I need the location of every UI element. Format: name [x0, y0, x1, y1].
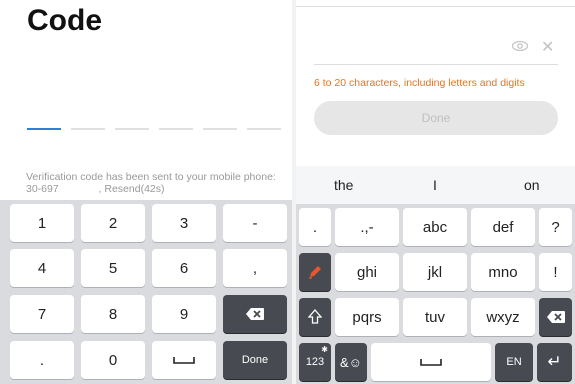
key-9[interactable]: 9 [152, 295, 216, 333]
language-key[interactable]: EN [495, 343, 533, 381]
key-3[interactable]: 3 [152, 204, 216, 242]
key-ghi[interactable]: ghi [335, 253, 399, 291]
password-underline [314, 64, 558, 65]
key-exclamation[interactable]: ! [539, 253, 572, 291]
code-digit-slot[interactable] [159, 128, 193, 130]
verification-text: Verification code has been sent to your … [26, 171, 276, 183]
space-icon [420, 359, 442, 366]
key-abc[interactable]: abc [403, 208, 467, 246]
code-digit-slot[interactable] [203, 128, 237, 130]
numbers-key[interactable]: 123 ✱ [299, 343, 331, 381]
key-mno[interactable]: mno [471, 253, 535, 291]
key-wxyz[interactable]: wxyz [471, 298, 535, 336]
space-icon [173, 357, 195, 364]
backspace-icon [546, 311, 565, 323]
done-button[interactable]: Done [314, 101, 558, 135]
resend-link[interactable]: , Resend(42s) [99, 183, 165, 195]
key-7[interactable]: 7 [10, 295, 74, 333]
backspace-key[interactable] [539, 298, 572, 336]
code-screen: Code Verification code has been sent to … [0, 0, 292, 384]
code-digit-slot[interactable] [27, 128, 61, 130]
code-digit-slot[interactable] [247, 128, 281, 130]
key-pqrs[interactable]: pqrs [335, 298, 399, 336]
verification-message: Verification code has been sent to your … [26, 171, 276, 195]
t9-keyboard: the I on . .,- abc def ? ghi jkl mno ! p… [296, 166, 575, 384]
code-digit-slot[interactable] [71, 128, 105, 130]
divider [296, 6, 575, 7]
space-key[interactable] [152, 341, 216, 379]
show-password-eye-icon[interactable] [511, 38, 529, 54]
key-punctuation[interactable]: .,- [335, 208, 399, 246]
clear-icon[interactable]: ✕ [541, 37, 554, 57]
symbols-emoji-key[interactable]: &☺ [335, 343, 367, 381]
code-digit-slot[interactable] [115, 128, 149, 130]
handwriting-key[interactable] [299, 253, 331, 291]
key-1[interactable]: 1 [10, 204, 74, 242]
key-def[interactable]: def [471, 208, 535, 246]
key-comma[interactable]: , [223, 249, 287, 287]
backspace-icon [246, 308, 264, 320]
enter-key[interactable]: ↵ [537, 343, 572, 381]
done-key[interactable]: Done [223, 341, 287, 379]
suggestion-bar: the I on [296, 166, 575, 204]
key-minus[interactable]: - [223, 204, 287, 242]
key-5[interactable]: 5 [81, 249, 145, 287]
key-6[interactable]: 6 [152, 249, 216, 287]
numeric-keyboard: 1 2 3 - 4 5 6 , 7 8 9 . 0 Done [0, 200, 292, 384]
numbers-key-label: 123 [305, 356, 325, 368]
key-question[interactable]: ? [539, 208, 572, 246]
suggestion-item[interactable]: I [433, 177, 437, 193]
backspace-key[interactable] [223, 295, 287, 333]
password-hint: 6 to 20 characters, including letters an… [314, 77, 525, 89]
settings-gear-icon: ✱ [321, 345, 328, 354]
shift-arrow-icon [308, 309, 322, 324]
key-0[interactable]: 0 [81, 341, 145, 379]
suggestion-item[interactable]: on [524, 177, 540, 193]
key-dot[interactable]: . [10, 341, 74, 379]
phone-number: 30-697 [26, 183, 59, 195]
key-tuv[interactable]: tuv [403, 298, 467, 336]
shift-key[interactable] [299, 298, 331, 336]
space-key[interactable] [371, 343, 491, 381]
password-screen: ✕ 6 to 20 characters, including letters … [296, 0, 575, 384]
pen-icon [309, 266, 321, 279]
key-jkl[interactable]: jkl [403, 253, 467, 291]
key-2[interactable]: 2 [81, 204, 145, 242]
key-8[interactable]: 8 [81, 295, 145, 333]
key-period[interactable]: . [299, 208, 331, 246]
key-4[interactable]: 4 [10, 249, 74, 287]
page-title: Code [27, 4, 102, 37]
suggestion-item[interactable]: the [334, 177, 353, 193]
